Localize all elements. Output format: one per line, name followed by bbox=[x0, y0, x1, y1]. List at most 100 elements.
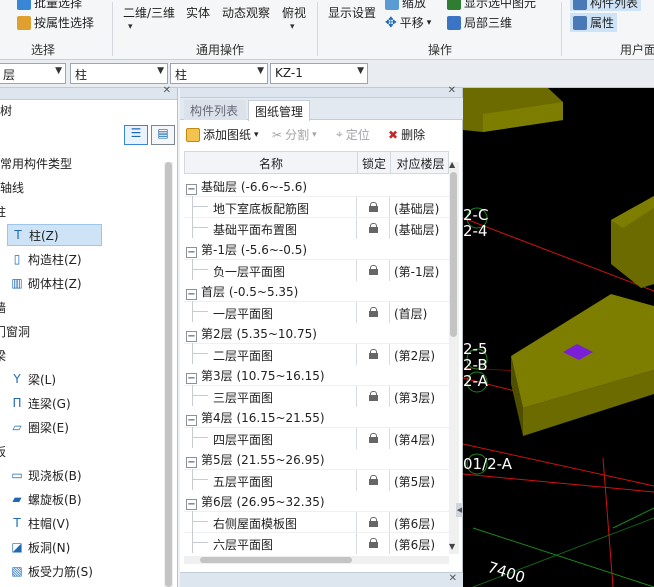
lock-icon[interactable] bbox=[369, 538, 378, 548]
scroll-down-icon[interactable]: ▼ bbox=[449, 542, 455, 551]
lock-cell[interactable] bbox=[356, 386, 389, 407]
attribute-select-button[interactable]: 按属性选择 bbox=[17, 14, 94, 31]
view-2d-3d-button[interactable]: 二维/三维 bbox=[123, 4, 175, 21]
tree-item[interactable]: ▱ 圈梁(E) bbox=[10, 416, 69, 438]
scroll-up-icon[interactable]: ▲ bbox=[449, 160, 455, 169]
drawing-row[interactable]: 右侧屋面模板图 (第6层) bbox=[184, 511, 449, 533]
drawing-row[interactable]: 基础平面布置图 (基础层) bbox=[184, 217, 449, 239]
dynamic-view-button[interactable]: 动态观察 bbox=[222, 4, 270, 21]
pan-button[interactable]: ✥ 平移 ▾ bbox=[385, 14, 431, 31]
panel-collapse-handle[interactable]: ◀ bbox=[456, 503, 463, 517]
scrollbar-thumb[interactable] bbox=[200, 557, 352, 563]
drawing-row[interactable]: 六层平面图 (第6层) bbox=[184, 532, 449, 554]
floor-dropdown[interactable]: 层 ▼ bbox=[0, 63, 66, 84]
tree-item[interactable]: 常用构件类型 bbox=[0, 152, 72, 174]
lock-cell[interactable] bbox=[356, 344, 389, 365]
component-list-toggle[interactable]: 构件列表 bbox=[570, 0, 642, 11]
collapse-toggle-icon[interactable]: − bbox=[186, 184, 197, 195]
local-3d-button[interactable]: 局部三维 bbox=[447, 14, 512, 31]
lock-icon[interactable] bbox=[369, 202, 378, 212]
drawing-row[interactable]: 四层平面图 (第4层) bbox=[184, 427, 449, 449]
lock-cell[interactable] bbox=[356, 302, 389, 323]
collapse-toggle-icon[interactable]: − bbox=[186, 247, 197, 258]
tree-item[interactable]: 柱 bbox=[0, 200, 6, 222]
lock-icon[interactable] bbox=[369, 265, 378, 275]
scrollbar-thumb[interactable] bbox=[165, 162, 172, 587]
collapse-toggle-icon[interactable]: − bbox=[186, 415, 197, 426]
floor-group-row[interactable]: − 首层 (-0.5~5.35) bbox=[184, 280, 449, 301]
batch-select-button[interactable]: 批量选择 bbox=[17, 0, 82, 11]
collapse-toggle-icon[interactable]: − bbox=[186, 499, 197, 510]
drawing-row[interactable]: 负一层平面图 (第-1层) bbox=[184, 259, 449, 281]
floor-group-row[interactable]: − 第2层 (5.35~10.75) bbox=[184, 322, 449, 343]
category-dropdown[interactable]: 柱 ▼ bbox=[70, 63, 168, 84]
tree-item[interactable]: ▧ 板受力筋(S) bbox=[10, 560, 93, 582]
lock-icon[interactable] bbox=[369, 517, 378, 527]
drawing-row[interactable]: 三层平面图 (第3层) bbox=[184, 385, 449, 407]
tree-item[interactable]: 梁 bbox=[0, 344, 6, 366]
split-button[interactable]: ✂ 分割 ▾ bbox=[272, 126, 317, 143]
tree-item[interactable]: ▰ 螺旋板(B) bbox=[10, 488, 81, 510]
chevron-down-icon[interactable]: ▾ bbox=[290, 22, 295, 32]
lock-icon[interactable] bbox=[369, 349, 378, 359]
properties-toggle[interactable]: 属性 bbox=[570, 13, 618, 32]
close-icon[interactable]: ✕ bbox=[163, 85, 171, 96]
lock-cell[interactable] bbox=[356, 512, 389, 533]
floor-group-row[interactable]: − 基础层 (-6.6~-5.6) bbox=[184, 175, 449, 196]
lock-icon[interactable] bbox=[369, 475, 378, 485]
scrollbar-thumb[interactable] bbox=[450, 172, 457, 337]
close-icon[interactable]: ✕ bbox=[448, 85, 456, 96]
zoom-button[interactable]: 缩放 bbox=[385, 0, 426, 11]
lock-cell[interactable] bbox=[356, 428, 389, 449]
tree-item[interactable]: T 柱帽(V) bbox=[10, 512, 69, 534]
floor-group-row[interactable]: − 第6层 (26.95~32.35) bbox=[184, 490, 449, 511]
tree-item[interactable]: ▥ 砌体柱(Z) bbox=[10, 272, 81, 294]
locate-button[interactable]: ⌖ 定位 bbox=[336, 126, 370, 143]
solid-button[interactable]: 实体 bbox=[186, 4, 210, 21]
tree-item[interactable]: ▭ 现浇板(B) bbox=[10, 464, 81, 486]
collapse-toggle-icon[interactable]: − bbox=[186, 331, 197, 342]
tree-item[interactable]: П 连梁(G) bbox=[10, 392, 70, 414]
show-selected-button[interactable]: 显示选中图元 bbox=[447, 0, 536, 11]
tree-scrollbar[interactable] bbox=[164, 162, 173, 587]
type-dropdown[interactable]: 柱 ▼ bbox=[170, 63, 268, 84]
lock-cell[interactable] bbox=[356, 533, 389, 554]
top-view-button[interactable]: 俯视 bbox=[282, 4, 306, 21]
delete-button[interactable]: ✖ 删除 bbox=[388, 126, 425, 143]
lock-cell[interactable] bbox=[356, 470, 389, 491]
lock-icon[interactable] bbox=[369, 223, 378, 233]
lock-cell[interactable] bbox=[356, 218, 389, 239]
drawing-row[interactable]: 五层平面图 (第5层) bbox=[184, 469, 449, 491]
floor-group-row[interactable]: − 第-1层 (-5.6~-0.5) bbox=[184, 238, 449, 259]
lock-cell[interactable] bbox=[356, 197, 389, 218]
collapse-toggle-icon[interactable]: − bbox=[186, 373, 197, 384]
floor-group-row[interactable]: − 第3层 (10.75~16.15) bbox=[184, 364, 449, 385]
collapse-toggle-icon[interactable]: − bbox=[186, 289, 197, 300]
tree-item[interactable]: 门窗洞 bbox=[0, 320, 30, 342]
lock-icon[interactable] bbox=[369, 307, 378, 317]
card-view-icon[interactable]: ▤ bbox=[151, 125, 175, 145]
list-view-icon[interactable]: ☰ bbox=[124, 125, 148, 145]
tree-item[interactable]: 轴线 bbox=[0, 176, 24, 198]
chevron-down-icon[interactable]: ▾ bbox=[128, 22, 133, 32]
component-name-dropdown[interactable]: KZ-1 ▼ bbox=[270, 63, 368, 84]
drawing-row[interactable]: 地下室底板配筋图 (基础层) bbox=[184, 196, 449, 218]
close-icon[interactable]: ✕ bbox=[449, 573, 457, 584]
tree-item[interactable]: Y 梁(L) bbox=[10, 368, 56, 390]
lock-icon[interactable] bbox=[369, 433, 378, 443]
tree-item[interactable]: 板 bbox=[0, 440, 6, 462]
collapse-toggle-icon[interactable]: − bbox=[186, 457, 197, 468]
display-settings-button[interactable]: 显示设置 bbox=[328, 4, 376, 21]
tree-item[interactable]: 墙 bbox=[0, 296, 6, 318]
drawing-row[interactable]: 一层平面图 (首层) bbox=[184, 301, 449, 323]
floor-group-row[interactable]: − 第4层 (16.15~21.55) bbox=[184, 406, 449, 427]
tab-component-list[interactable]: 构件列表 bbox=[184, 100, 246, 120]
floor-group-row[interactable]: − 第5层 (21.55~26.95) bbox=[184, 448, 449, 469]
tree-item[interactable]: ▯ 构造柱(Z) bbox=[10, 248, 82, 270]
table-scrollbar[interactable]: ▲ ▼ bbox=[449, 160, 459, 554]
horizontal-scrollbar[interactable] bbox=[184, 556, 449, 564]
drawing-row[interactable]: 二层平面图 (第2层) bbox=[184, 343, 449, 365]
tree-item-column[interactable]: T 柱(Z) bbox=[7, 224, 102, 246]
lock-cell[interactable] bbox=[356, 260, 389, 281]
tab-drawing-management[interactable]: 图纸管理 bbox=[248, 100, 310, 121]
